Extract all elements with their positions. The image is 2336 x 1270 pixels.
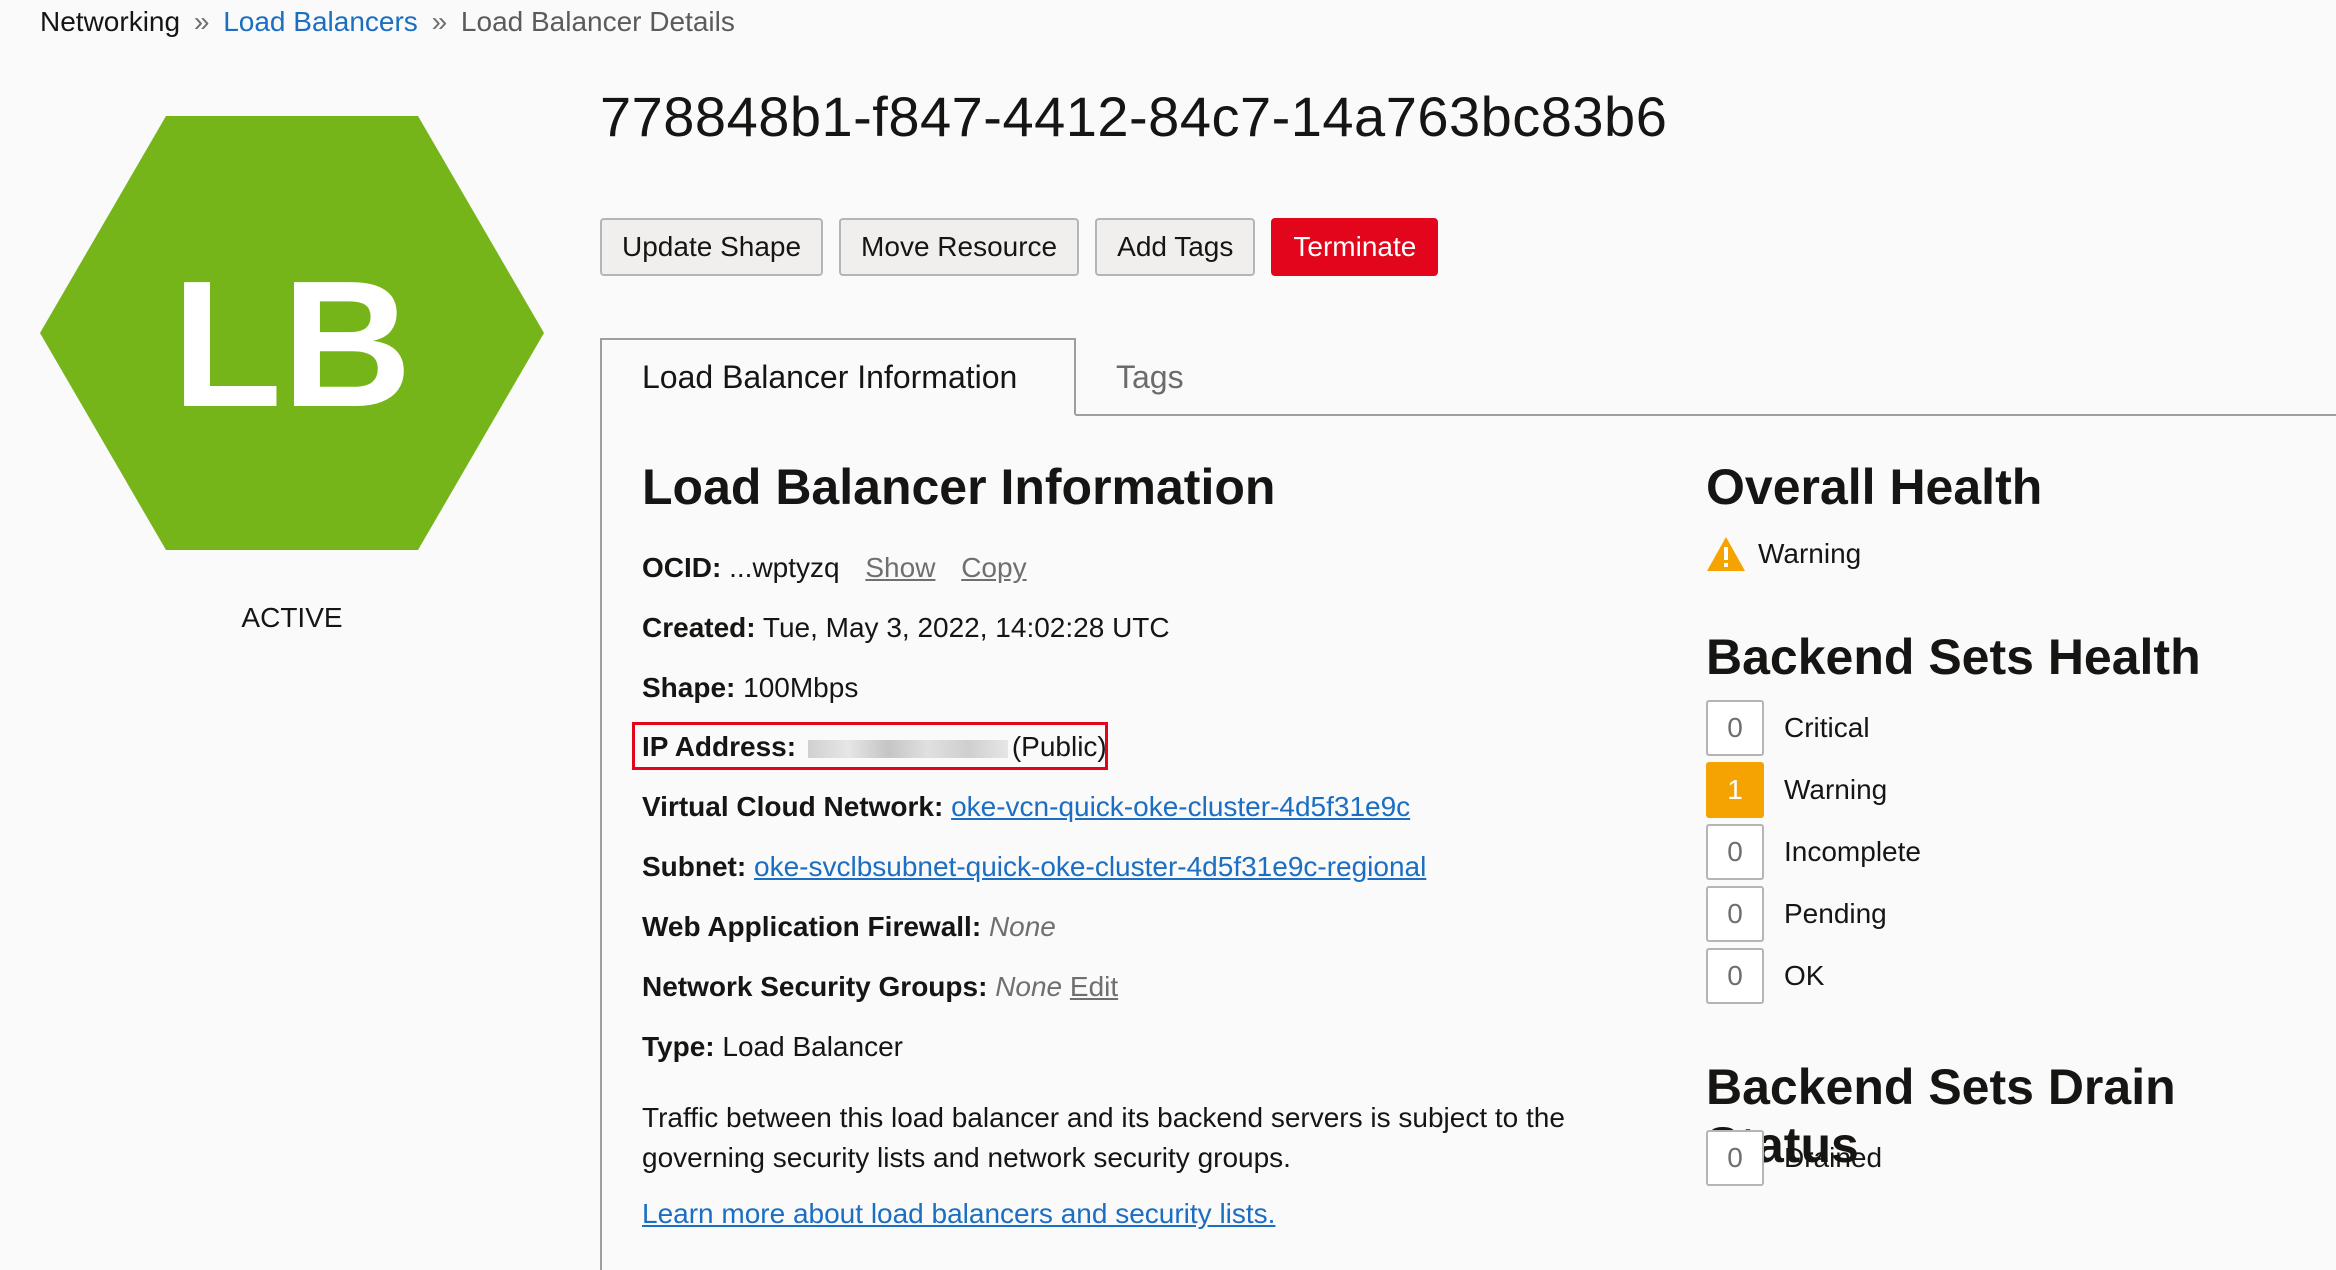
health-row-incomplete[interactable]: 0 Incomplete [1706,824,1921,880]
type-value: Load Balancer [722,1031,903,1062]
created-row: Created: Tue, May 3, 2022, 14:02:28 UTC [642,612,1170,644]
move-resource-button[interactable]: Move Resource [839,218,1080,276]
action-toolbar: Update Shape Move Resource Add Tags Term… [600,218,1439,276]
shape-label: Shape: [642,672,736,703]
hexagon-label: LB [172,244,412,445]
created-value: Tue, May 3, 2022, 14:02:28 UTC [762,612,1170,643]
info-heading: Load Balancer Information [642,459,1276,515]
overall-health-heading: Overall Health [1706,459,2043,515]
health-label: OK [1784,960,1825,991]
breadcrumb-networking[interactable]: Networking [40,6,180,37]
load-balancer-hexagon-icon: LB [40,116,544,550]
waf-label: Web Application Firewall: [642,911,982,942]
health-count: 0 [1706,948,1764,1004]
ip-address-redacted [807,739,1008,758]
nsg-row: Network Security Groups: None Edit [642,971,1118,1003]
breadcrumb-separator: » [431,6,448,37]
breadcrumb-load-balancers-link[interactable]: Load Balancers [223,6,418,37]
health-count: 0 [1706,700,1764,756]
health-label: Incomplete [1784,836,1921,867]
ocid-value: ...wptyzq [729,552,840,583]
terminate-button[interactable]: Terminate [1271,218,1439,276]
drain-label: Drained [1784,1142,1883,1173]
tab-tags[interactable]: Tags [1076,338,1224,416]
nsg-value: None [995,971,1063,1002]
page-title: 778848b1-f847-4412-84c7-14a763bc83b6 [600,85,1668,148]
health-row-pending[interactable]: 0 Pending [1706,886,1887,942]
vcn-label: Virtual Cloud Network: [642,791,944,822]
security-note: Traffic between this load balancer and i… [642,1102,1565,1173]
nsg-edit-link[interactable]: Edit [1070,971,1118,1002]
breadcrumb: Networking » Load Balancers » Load Balan… [40,6,735,38]
overall-health-label: Warning [1758,538,1862,569]
type-label: Type: [642,1031,715,1062]
vcn-row: Virtual Cloud Network: oke-vcn-quick-oke… [642,791,1410,823]
waf-value: None [988,911,1056,942]
health-label: Critical [1784,712,1870,743]
ocid-show-link[interactable]: Show [865,552,935,583]
type-row: Type: Load Balancer [642,1031,903,1063]
shape-row: Shape: 100Mbps [642,672,858,704]
panel-divider [600,414,602,1270]
health-count: 0 [1706,824,1764,880]
waf-row: Web Application Firewall: None [642,911,1056,943]
learn-more-link[interactable]: Learn more about load balancers and secu… [642,1198,1275,1230]
update-shape-button[interactable]: Update Shape [600,218,824,276]
ocid-row: OCID: ...wptyzq Show Copy [642,552,1027,584]
health-row-warning[interactable]: 1 Warning [1706,762,1887,818]
subnet-link[interactable]: oke-svclbsubnet-quick-oke-cluster-4d5f31… [754,851,1426,882]
nsg-label: Network Security Groups: [642,971,988,1002]
subnet-row: Subnet: oke-svclbsubnet-quick-oke-cluste… [642,851,1426,883]
subnet-label: Subnet: [642,851,747,882]
drain-row-drained[interactable]: 0 Drained [1706,1130,1882,1186]
health-row-ok[interactable]: 0 OK [1706,948,1824,1004]
shape-value: 100Mbps [743,672,859,703]
health-label: Warning [1784,774,1888,805]
health-count: 0 [1706,886,1764,942]
add-tags-button[interactable]: Add Tags [1095,218,1256,276]
ip-address-suffix: (Public) [1011,731,1107,762]
ip-address-label: IP Address: [642,731,797,762]
health-label: Pending [1784,898,1887,929]
breadcrumb-current: Load Balancer Details [460,6,735,37]
ocid-label: OCID: [642,552,722,583]
ip-address-row: IP Address: (Public) [642,731,1107,763]
warning-triangle-icon [1707,537,1745,571]
created-label: Created: [642,612,756,643]
backend-health-heading: Backend Sets Health [1706,629,2201,685]
health-count: 1 [1706,762,1764,818]
tab-bar: Load Balancer Information Tags [600,338,2336,416]
breadcrumb-separator: » [193,6,210,37]
vcn-link[interactable]: oke-vcn-quick-oke-cluster-4d5f31e9c [951,791,1410,822]
status-text: ACTIVE [241,602,343,633]
ocid-copy-link[interactable]: Copy [961,552,1026,583]
drain-count: 0 [1706,1130,1764,1186]
overall-health-status: Warning [1706,536,1861,572]
tab-load-balancer-information[interactable]: Load Balancer Information [600,338,1076,416]
health-row-critical[interactable]: 0 Critical [1706,700,1870,756]
